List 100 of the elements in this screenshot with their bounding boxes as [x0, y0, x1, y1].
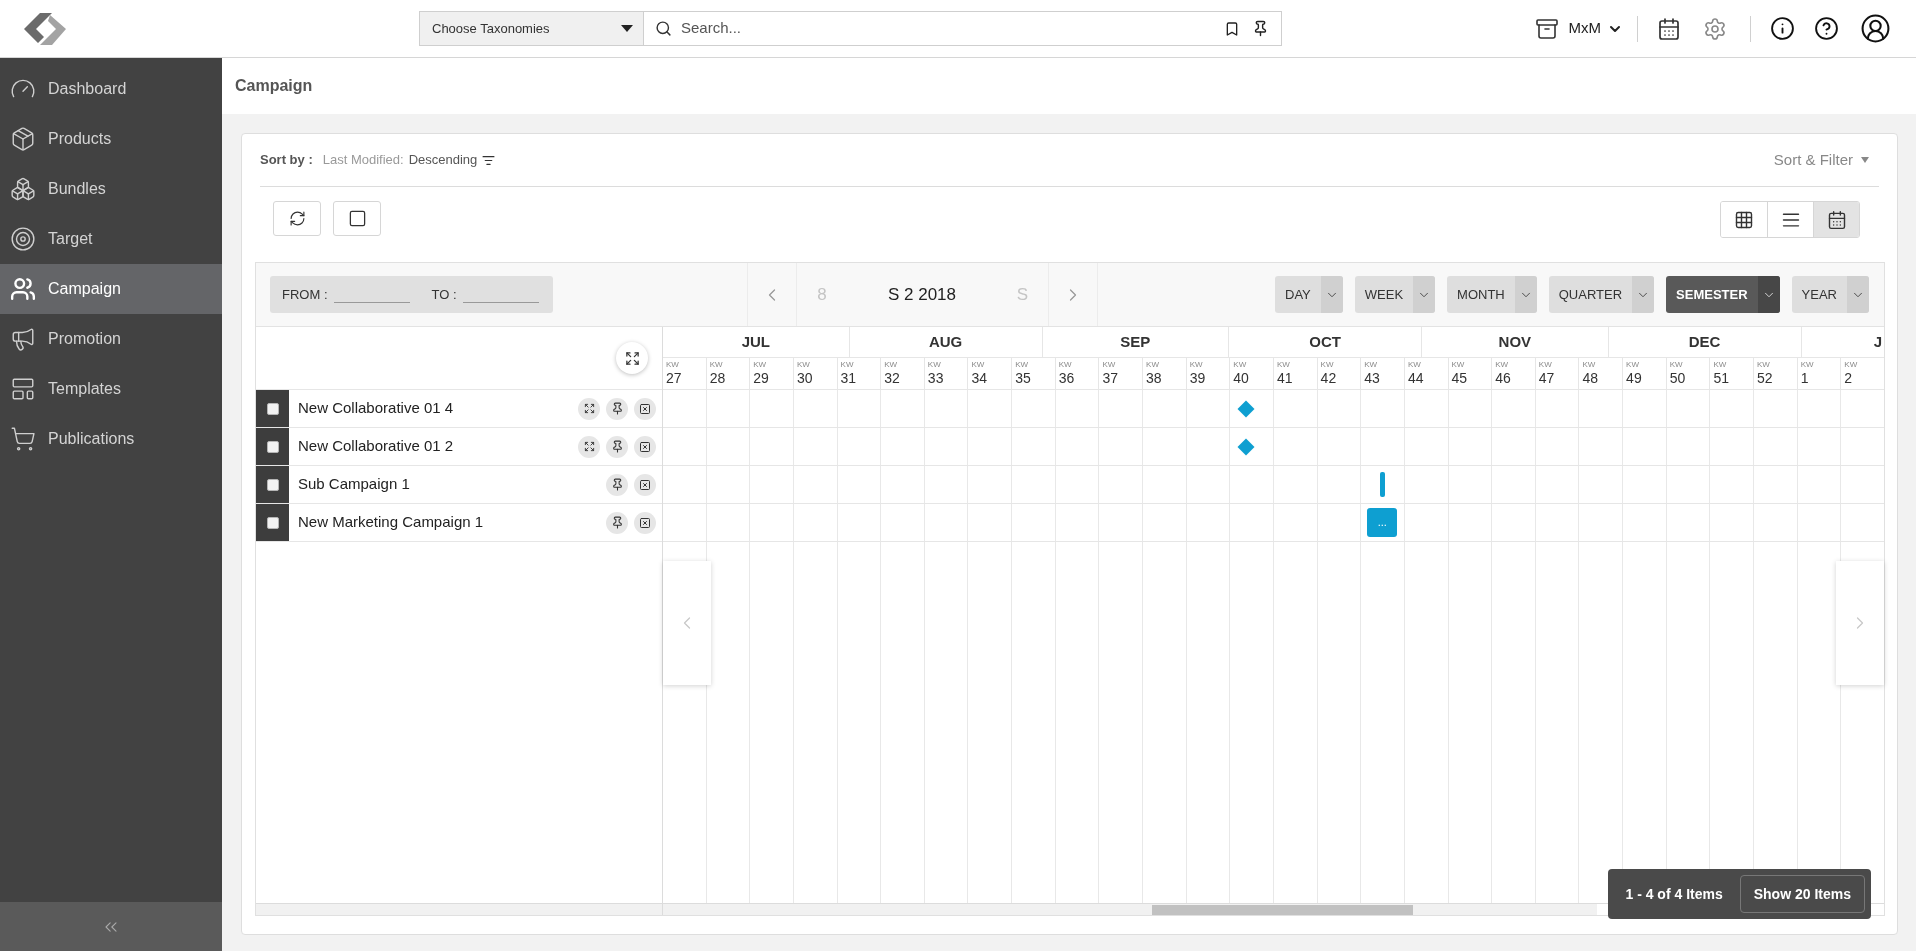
workspace-button[interactable]: MxM	[1533, 16, 1623, 41]
sort-field-label: Last Modified:	[322, 151, 404, 170]
sidebar-item[interactable]: Templates	[0, 364, 222, 414]
caret-down-icon	[1861, 157, 1869, 163]
info-icon[interactable]	[1770, 16, 1795, 41]
week-number: 33	[927, 370, 945, 387]
sidebar-item[interactable]: Products	[0, 114, 222, 164]
pin-button[interactable]	[606, 397, 628, 420]
time-scale-button[interactable]: MONTH	[1447, 276, 1537, 313]
week-unit-label: KW	[1233, 360, 1248, 370]
week-unit-label: KW	[1844, 360, 1859, 370]
time-scale-button[interactable]: SEMESTER	[1666, 276, 1780, 313]
user-avatar-icon[interactable]	[1860, 13, 1891, 44]
time-scale-button[interactable]: WEEK	[1354, 276, 1436, 313]
boxes-icon	[10, 176, 36, 202]
pin-icon[interactable]	[1252, 20, 1269, 37]
settings-icon[interactable]	[1703, 16, 1727, 41]
view-mode-button[interactable]	[1813, 202, 1859, 237]
week-number: 43	[1364, 370, 1381, 387]
search-bar[interactable]: Search...	[644, 11, 1282, 46]
week-unit-label: KW	[1407, 360, 1422, 370]
refresh-button[interactable]	[273, 201, 321, 236]
help-icon[interactable]	[1814, 16, 1839, 41]
delete-button[interactable]	[634, 511, 656, 534]
week-number: 50	[1669, 370, 1687, 387]
delete-button[interactable]	[634, 435, 656, 458]
sidebar-item[interactable]: Target	[0, 214, 222, 264]
week-number: 30	[796, 370, 814, 387]
cart-icon	[10, 426, 36, 452]
campaign-row[interactable]: New Collaborative 01 4	[256, 390, 662, 428]
pin-icon	[610, 402, 624, 415]
caret-down-icon	[621, 25, 633, 32]
sidebar-item[interactable]: Promotion	[0, 314, 222, 364]
sort-icon	[482, 153, 496, 167]
pin-icon	[610, 440, 624, 453]
calendar-icon[interactable]	[1657, 16, 1681, 41]
dropdown-caret-icon	[1514, 276, 1537, 313]
campaign-name: Sub Campaign 1	[298, 474, 410, 495]
week-unit-label: KW	[1495, 360, 1510, 370]
row-checkbox[interactable]	[266, 402, 279, 415]
week-unit-label: KW	[1451, 360, 1466, 370]
delete-icon	[639, 402, 651, 415]
expand-all-button[interactable]	[616, 342, 648, 374]
week-unit-label: KW	[1669, 360, 1684, 370]
week-number: 32	[884, 370, 901, 387]
sidebar-item[interactable]: Campaign	[0, 264, 222, 314]
pin-button[interactable]	[606, 435, 628, 458]
search-icon	[655, 20, 672, 37]
delete-button[interactable]	[634, 397, 656, 420]
sidebar-item[interactable]: Dashboard	[0, 64, 222, 114]
week-number: 35	[1015, 370, 1032, 387]
pin-button[interactable]	[606, 511, 628, 534]
people-icon	[10, 276, 36, 302]
sort-label: Sort by :	[260, 151, 313, 170]
megaphone-icon	[10, 326, 36, 352]
expand-button[interactable]	[578, 397, 600, 420]
pin-button[interactable]	[606, 473, 628, 496]
refresh-icon	[288, 210, 306, 227]
week-number: 31	[840, 370, 858, 387]
row-checkbox[interactable]	[266, 516, 279, 529]
time-scale-button[interactable]: YEAR	[1791, 276, 1869, 313]
week-unit-label: KW	[1582, 360, 1597, 370]
delete-button[interactable]	[634, 473, 656, 496]
week-number: 37	[1102, 370, 1119, 387]
week-number: 36	[1058, 370, 1076, 387]
time-scale-button[interactable]: QUARTER	[1548, 276, 1655, 313]
page-size-button[interactable]: Show 20 Items	[1739, 875, 1865, 913]
item-count-label: 1 - 4 of 4 Items	[1625, 884, 1723, 904]
month-label: OCT	[1228, 327, 1422, 357]
month-label: SEP	[1041, 327, 1229, 357]
from-label: FROM :	[282, 285, 328, 304]
sidebar-item[interactable]: Bundles	[0, 164, 222, 214]
bookmark-icon[interactable]	[1224, 20, 1240, 37]
select-all-button[interactable]	[333, 201, 381, 236]
week-unit-label: KW	[1015, 360, 1029, 370]
month-label: J	[1800, 327, 1884, 357]
campaign-row[interactable]: New Collaborative 01 2	[256, 428, 662, 466]
week-number: 40	[1233, 370, 1250, 387]
row-checkbox[interactable]	[266, 478, 279, 491]
pin-icon	[610, 516, 624, 529]
week-unit-label: KW	[796, 360, 811, 370]
scrollbar-thumb[interactable]	[1152, 904, 1413, 915]
week-number: 49	[1626, 370, 1643, 387]
expand-button[interactable]	[578, 435, 600, 458]
time-scale-button[interactable]: DAY	[1275, 276, 1343, 313]
campaign-row[interactable]: New Marketing Campaign 1	[256, 504, 662, 542]
campaign-name: New Marketing Campaign 1	[298, 512, 484, 533]
campaign-row[interactable]: Sub Campaign 1	[256, 466, 662, 504]
week-unit-label: KW	[1757, 360, 1771, 370]
sidebar-item[interactable]: Publications	[0, 414, 222, 464]
row-checkbox[interactable]	[266, 440, 279, 453]
week-unit-label: KW	[1538, 360, 1553, 370]
search-field[interactable]: Search...	[681, 17, 1224, 40]
page-title: Campaign	[235, 76, 313, 96]
week-unit-label: KW	[1146, 360, 1160, 370]
sort-order-button[interactable]: Descending	[408, 150, 496, 170]
logo-icon	[22, 10, 68, 47]
taxonomy-select[interactable]: Choose Taxonomies	[419, 11, 644, 46]
pin-icon	[610, 478, 624, 491]
sort-filter-button[interactable]: Sort & Filter	[1773, 148, 1869, 172]
